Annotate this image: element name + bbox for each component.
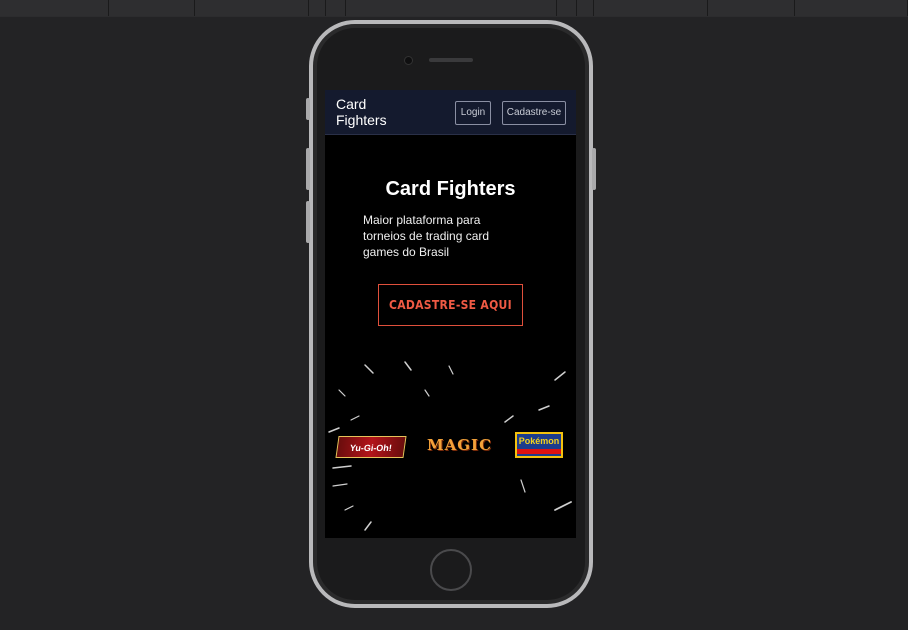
volume-down-button: [306, 201, 310, 243]
hero-title: Card Fighters: [385, 178, 516, 200]
home-button[interactable]: [430, 549, 472, 591]
signup-cta-button[interactable]: CADASTRE-SE AQUI: [378, 284, 523, 326]
pokemon-logo-stripe: [517, 449, 561, 454]
pokemon-logo: Pokémon: [515, 432, 563, 458]
phone-screen: Card Fighters Login Cadastre-se Card Fig…: [325, 90, 576, 538]
front-camera: [404, 56, 413, 65]
power-button: [592, 148, 596, 190]
magic-logo: MAGIC: [427, 436, 493, 454]
toolbar-segment[interactable]: [708, 0, 795, 16]
yugioh-logo: Yu-Gi-Oh!: [335, 436, 407, 458]
toolbar-segment[interactable]: [109, 0, 195, 16]
phone-frame: Card Fighters Login Cadastre-se Card Fig…: [306, 20, 596, 608]
signup-button[interactable]: Cadastre-se: [502, 101, 566, 125]
volume-up-button: [306, 148, 310, 190]
toolbar-segment[interactable]: [309, 0, 327, 16]
login-button[interactable]: Login: [455, 101, 491, 125]
toolbar-segment[interactable]: [576, 0, 594, 16]
toolbar-segment[interactable]: [593, 0, 709, 16]
toolbar-segment[interactable]: [346, 0, 557, 16]
devtools-viewport: Card Fighters Login Cadastre-se Card Fig…: [0, 0, 908, 630]
earpiece-speaker: [429, 58, 473, 62]
devtools-toolbar: [0, 0, 908, 17]
pokemon-logo-text: Pokémon: [518, 436, 560, 446]
toolbar-segment[interactable]: [794, 0, 908, 16]
toolbar-segment[interactable]: [326, 0, 347, 16]
toolbar-segment[interactable]: [0, 0, 110, 16]
hero-subtitle: Maior plataforma para torneios de tradin…: [363, 213, 490, 259]
brand-logo[interactable]: Card Fighters: [336, 96, 406, 128]
toolbar-segment[interactable]: [194, 0, 310, 16]
navbar: Card Fighters Login Cadastre-se: [325, 90, 576, 135]
toolbar-segment[interactable]: [556, 0, 577, 16]
mute-switch: [306, 98, 310, 120]
